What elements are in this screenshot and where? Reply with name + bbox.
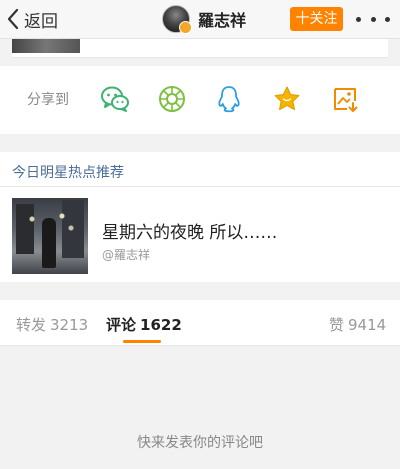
tab-comments[interactable]: 评论 1622 — [106, 314, 182, 335]
comments-area: 快来发表你的评论吧 — [0, 346, 400, 469]
wechat-icon[interactable] — [100, 84, 130, 114]
tab-label: 转发 — [16, 316, 47, 334]
tab-reposts[interactable]: 转发 3213 — [16, 314, 88, 335]
more-dot — [356, 16, 361, 22]
top-nav-bar: 返回 羅志祥 十关注 — [0, 0, 400, 39]
share-row: 分享到 — [0, 66, 400, 134]
verified-badge-icon — [179, 21, 192, 34]
section-gap — [0, 134, 400, 152]
section-gap — [0, 282, 400, 300]
moments-icon[interactable] — [157, 84, 187, 114]
post-image-strip — [12, 39, 80, 53]
profile-name: 羅志祥 — [198, 11, 247, 30]
back-label: 返回 — [24, 11, 58, 32]
active-tab-indicator — [123, 340, 161, 343]
tab-count: 9414 — [348, 316, 387, 334]
hot-section-title[interactable]: 今日明星热点推荐 — [12, 162, 124, 182]
tab-label: 评论 — [106, 316, 137, 334]
empty-comments-hint[interactable]: 快来发表你的评论吧 — [0, 432, 400, 452]
tab-count: 1622 — [140, 316, 182, 334]
tab-label: 赞 — [329, 316, 345, 334]
tab-likes[interactable]: 赞 9414 — [329, 314, 386, 335]
divider — [0, 186, 400, 187]
more-dot — [385, 16, 390, 22]
hot-recommendation-section: 今日明星热点推荐 星期六的夜晚 所以…… @羅志祥 — [0, 152, 400, 282]
share-label: 分享到 — [27, 92, 69, 108]
favorite-star-icon[interactable] — [272, 84, 302, 114]
save-image-icon[interactable] — [330, 84, 360, 114]
qq-icon[interactable] — [214, 84, 244, 114]
back-button[interactable]: 返回 — [6, 6, 58, 32]
chevron-left-icon — [7, 8, 19, 30]
more-dot — [370, 16, 376, 22]
avatar[interactable] — [162, 5, 192, 34]
hot-post-card[interactable]: 星期六的夜晚 所以…… @羅志祥 — [12, 198, 388, 276]
hot-post-author[interactable]: @羅志祥 — [102, 246, 150, 263]
follow-button[interactable]: 十关注 — [290, 7, 343, 31]
thumb-person — [42, 218, 56, 268]
profile-header[interactable]: 羅志祥 — [162, 3, 246, 35]
tab-count: 3213 — [50, 316, 89, 334]
post-card-remnant — [0, 39, 400, 66]
interaction-tabs: 转发 3213 评论 1622 赞 9414 — [0, 300, 400, 346]
hot-post-thumbnail[interactable] — [12, 198, 88, 274]
more-icon[interactable] — [356, 9, 390, 29]
hot-post-text[interactable]: 星期六的夜晚 所以…… — [102, 218, 277, 243]
